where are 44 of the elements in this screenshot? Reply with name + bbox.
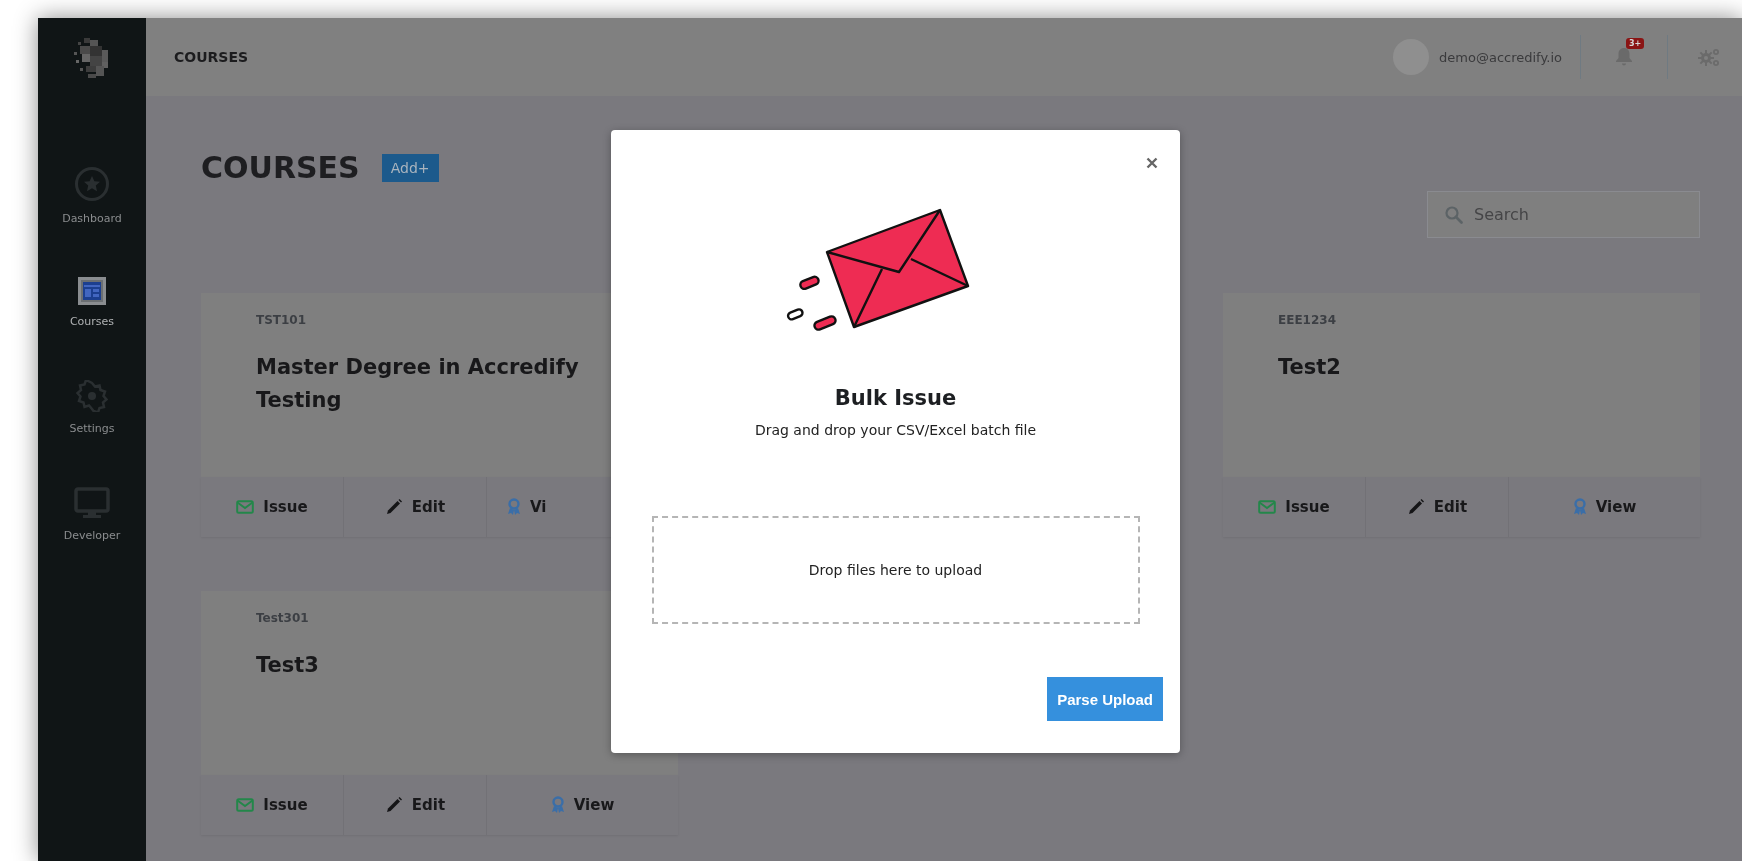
add-button[interactable]: Add+ [381, 153, 439, 182]
card-action-button[interactable]: Edit [344, 775, 487, 835]
parse-upload-button[interactable]: Parse Upload [1047, 677, 1163, 721]
course-code: TST101 [256, 313, 308, 327]
course-code: EEE1234 [1278, 313, 1337, 327]
envelope-icon [1258, 500, 1277, 514]
user-email[interactable]: demo@accredify.io [1439, 49, 1562, 65]
card-action-button[interactable]: Issue [1223, 477, 1366, 537]
sidebar-item[interactable]: Courses [69, 277, 115, 328]
card-action-button[interactable]: Issue [201, 775, 344, 835]
close-icon[interactable] [1146, 157, 1158, 169]
course-code: Test301 [256, 611, 310, 625]
card-action-button[interactable]: View [1509, 477, 1700, 537]
course-title: Master Degree in Accredify Testing [256, 354, 580, 414]
bell-icon[interactable] [1615, 47, 1633, 67]
star-circle-icon [74, 166, 110, 202]
course-title: Test2 [1278, 354, 1342, 381]
card-action-button[interactable]: Edit [1366, 477, 1509, 537]
file-drop-zone[interactable]: Drop files here to upload [651, 516, 1140, 624]
drop-zone-text: Drop files here to upload [808, 562, 983, 578]
page-heading: COURSES [201, 150, 360, 185]
ribbon-icon [507, 498, 521, 516]
gear-icon [76, 380, 108, 412]
pencil-icon [384, 796, 403, 814]
dialog-title: Bulk Issue [834, 386, 957, 410]
sidebar-item[interactable]: Dashboard [62, 166, 122, 225]
course-title: Test3 [256, 652, 320, 679]
dialog-subtitle: Drag and drop your CSV/Excel batch file [754, 422, 1037, 438]
monitor-icon [74, 487, 110, 519]
page-title: COURSES [174, 49, 249, 65]
pencil-icon [1406, 498, 1425, 516]
pencil-icon [384, 498, 403, 516]
envelope-icon [236, 500, 255, 514]
ribbon-icon [1572, 498, 1587, 516]
search-field[interactable]: Search [1427, 191, 1700, 238]
card-action-button[interactable]: Issue [201, 477, 344, 537]
card-action-button[interactable]: Edit [344, 477, 487, 537]
sidebar-item[interactable]: Settings [69, 380, 115, 435]
envelope-icon [236, 798, 255, 812]
notification-badge: 3+ [1626, 38, 1645, 49]
card-action-button[interactable]: View [487, 775, 678, 835]
sidebar-item[interactable]: Developer [63, 487, 121, 542]
ribbon-icon [550, 796, 565, 814]
layout-icon [78, 277, 106, 305]
